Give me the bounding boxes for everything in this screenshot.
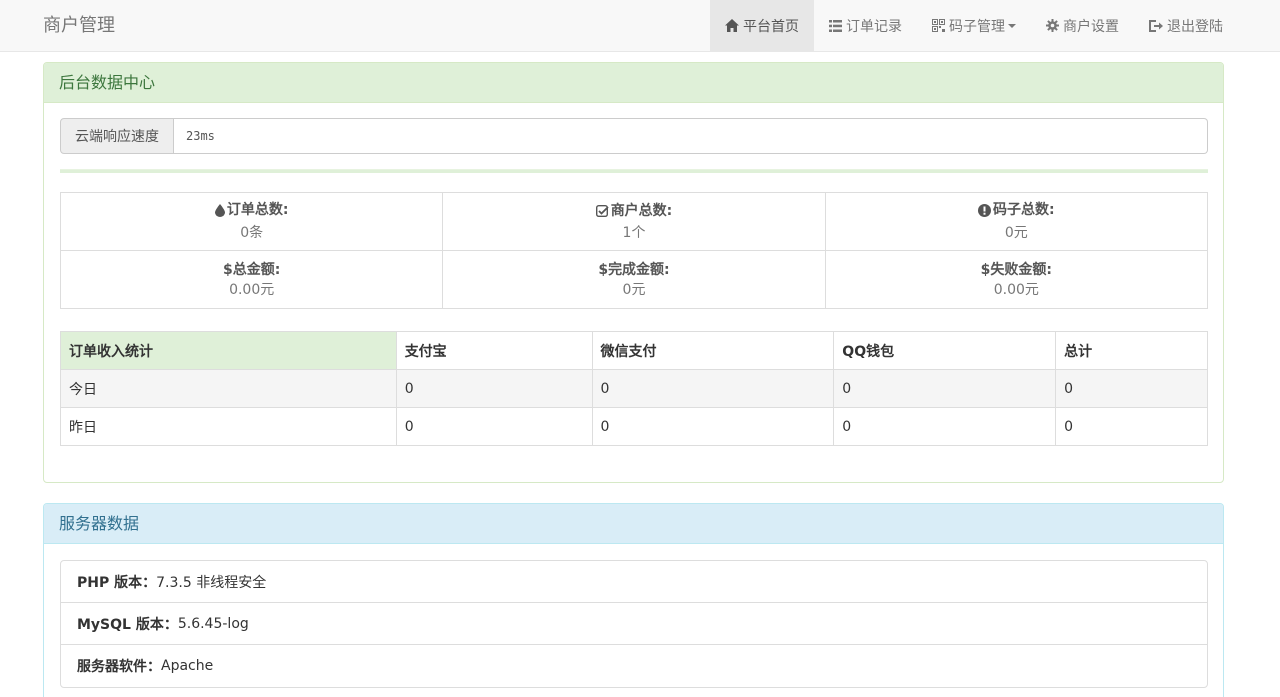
table-cell: 0	[1055, 369, 1208, 408]
list-item: 服务器软件： Apache	[61, 645, 1207, 687]
table-cell: 0	[591, 369, 835, 408]
server-info-list: PHP 版本： 7.3.5 非线程安全 MySQL 版本： 5.6.45-log…	[60, 560, 1208, 688]
income-header: 总计	[1055, 331, 1208, 370]
data-center-title: 后台数据中心	[44, 63, 1223, 103]
nav-home-label: 平台首页	[743, 18, 799, 35]
list-icon	[829, 19, 842, 32]
table-row: 昨日 0 0 0 0	[60, 407, 1208, 446]
cloud-speed-label: 云端响应速度	[60, 118, 174, 154]
nav-qrcode[interactable]: 码子管理	[917, 0, 1031, 51]
table-cell: 0	[1055, 407, 1208, 446]
table-cell: 0	[395, 407, 593, 446]
server-data-title: 服务器数据	[44, 504, 1223, 544]
stats-grid: 订单总数: 0条 商户总数: 1个 码子总数: 0元 $ 总金额: 0.00元 …	[59, 192, 1209, 309]
income-table: 订单收入统计 支付宝 微信支付 QQ钱包 总计 今日 0 0 0 0 昨日 0 …	[60, 331, 1208, 446]
logout-icon	[1149, 19, 1163, 32]
list-item: MySQL 版本： 5.6.45-log	[61, 603, 1207, 645]
stat-label: 总金额:	[232, 261, 281, 278]
server-info-label: 服务器软件：	[77, 659, 161, 675]
nav-logout-label: 退出登陆	[1167, 18, 1223, 35]
server-info-value: Apache	[161, 658, 214, 674]
table-cell: 0	[395, 369, 593, 408]
stat-value: 0元	[1004, 224, 1028, 241]
exclamation-circle-icon	[978, 203, 992, 217]
nav-orders[interactable]: 订单记录	[814, 0, 917, 51]
server-info-value: 5.6.45-log	[177, 615, 249, 632]
list-item: PHP 版本： 7.3.5 非线程安全	[61, 561, 1207, 603]
stat-value: 1个	[622, 224, 646, 241]
income-header: 微信支付	[591, 331, 835, 370]
stat-failed-amount: $ 失败金额: 0.00元	[824, 250, 1209, 309]
stat-label: 商户总数:	[610, 202, 673, 219]
income-header: 订单收入统计	[60, 331, 397, 370]
stat-merchant-count: 商户总数: 1个	[442, 192, 826, 251]
nav-home[interactable]: 平台首页	[710, 0, 814, 51]
stat-order-count: 订单总数: 0条	[59, 192, 444, 251]
tint-icon	[214, 203, 225, 217]
table-row: 今日 0 0 0 0	[60, 369, 1208, 408]
nav-logout[interactable]: 退出登陆	[1134, 0, 1238, 51]
stat-label: 订单总数:	[226, 202, 289, 219]
server-info-label: PHP 版本：	[77, 574, 157, 591]
income-header: 支付宝	[395, 331, 593, 370]
top-navbar: 商户管理 平台首页 订单记录 码子管理 商户设置 退出登陆	[0, 0, 1280, 52]
server-data-panel: 服务器数据 PHP 版本： 7.3.5 非线程安全 MySQL 版本： 5.6.…	[43, 503, 1224, 697]
cloud-speed-field[interactable]: 23ms	[174, 118, 1208, 154]
stat-code-count: 码子总数: 0元	[824, 192, 1209, 251]
nav-orders-label: 订单记录	[846, 18, 902, 35]
nav-settings[interactable]: 商户设置	[1031, 0, 1134, 51]
brand-title[interactable]: 商户管理	[43, 14, 115, 38]
stat-completed-amount: $ 完成金额: 0元	[442, 250, 826, 309]
stat-label: 码子总数:	[993, 202, 1055, 219]
divider	[60, 169, 1208, 173]
table-cell: 今日	[60, 369, 397, 408]
check-square-icon	[595, 204, 609, 217]
gear-icon	[1046, 19, 1059, 32]
stat-value: 0.00元	[229, 281, 275, 298]
data-center-panel: 后台数据中心 云端响应速度 23ms 订单总数: 0条 商户总数: 1个 码子总…	[43, 62, 1224, 483]
server-info-value: 7.3.5 非线程安全	[156, 574, 267, 591]
dollar-icon: $	[980, 261, 991, 278]
stat-label: 完成金额:	[608, 261, 670, 278]
server-info-label: MySQL 版本：	[77, 616, 178, 633]
nav-qrcode-label: 码子管理	[949, 18, 1005, 35]
table-cell: 昨日	[60, 407, 397, 446]
dollar-icon: $	[598, 261, 609, 278]
table-cell: 0	[833, 369, 1057, 408]
income-header-row: 订单收入统计 支付宝 微信支付 QQ钱包 总计	[60, 331, 1208, 370]
stat-value: 0元	[622, 281, 646, 298]
stat-value: 0条	[240, 224, 264, 241]
nav-settings-label: 商户设置	[1063, 18, 1119, 35]
stat-value: 0.00元	[993, 281, 1039, 298]
main-nav: 平台首页 订单记录 码子管理 商户设置 退出登陆	[710, 0, 1238, 51]
cloud-speed-group: 云端响应速度 23ms	[60, 118, 1208, 154]
income-header: QQ钱包	[833, 331, 1057, 370]
dollar-icon: $	[222, 261, 233, 278]
qrcode-icon	[932, 19, 945, 32]
table-cell: 0	[591, 407, 835, 446]
stat-label: 失败金额:	[990, 261, 1052, 278]
home-icon	[725, 19, 739, 32]
table-cell: 0	[833, 407, 1057, 446]
stat-total-amount: $ 总金额: 0.00元	[59, 250, 444, 309]
chevron-down-icon	[1008, 23, 1016, 28]
